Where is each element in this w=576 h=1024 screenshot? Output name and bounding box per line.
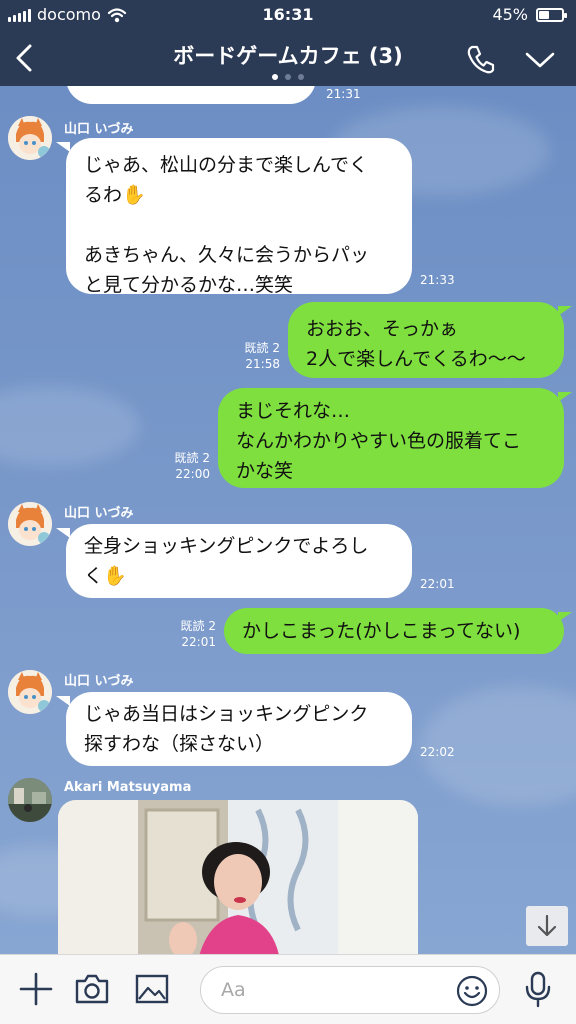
scroll-to-bottom-button[interactable] [526, 906, 568, 946]
avatar-illustration [8, 116, 52, 160]
bubble-tail [558, 612, 572, 622]
image-icon[interactable] [132, 969, 172, 1009]
message-bubble-own[interactable]: おおお、そっかぁ 2人で楽しんでくるわ〜〜 [288, 302, 564, 378]
phone-icon[interactable] [462, 40, 500, 78]
message-time: 22:01 [420, 577, 455, 591]
bubble-tail [56, 142, 70, 152]
page-dot [285, 74, 291, 80]
sender-name: 山口 いづみ [64, 122, 134, 137]
bubble-tail [558, 306, 572, 316]
status-bar: docomo 16:31 45% [0, 0, 576, 30]
bubble-tail [56, 696, 70, 706]
bubble-tail [56, 528, 70, 538]
read-receipt: 既読 2 [244, 341, 280, 355]
photo-message[interactable] [58, 800, 418, 954]
sender-name: 山口 いづみ [64, 506, 134, 521]
avatar-illustration [8, 502, 52, 546]
message-input-bar: Aa [0, 954, 576, 1024]
avatar[interactable] [8, 778, 52, 822]
background-cloud [0, 386, 140, 466]
avatar-illustration [8, 670, 52, 714]
avatar[interactable] [8, 116, 52, 160]
message-time: 21:33 [420, 273, 455, 287]
sender-name: Akari Matsuyama [64, 780, 192, 795]
plus-icon[interactable] [16, 969, 56, 1009]
page-dot-active [272, 74, 278, 80]
message-bubble-own[interactable]: まじそれな… なんかわかりやすい色の服着てこ かな笑 [218, 388, 564, 488]
battery-percent: 45% [492, 5, 528, 24]
status-right: 45% [492, 5, 567, 24]
message-bubble[interactable]: じゃあ、松山の分まで楽しんでく るわ✋ あきちゃん、久々に会うからパッ と見て分… [66, 138, 412, 296]
chevron-down-icon[interactable] [520, 42, 560, 76]
read-receipt: 既読 2 [180, 619, 216, 633]
avatar[interactable] [8, 502, 52, 546]
page-dot [298, 74, 304, 80]
sender-name: 山口 いづみ [64, 674, 134, 689]
message-bubble-partial[interactable] [66, 86, 316, 104]
avatar[interactable] [8, 670, 52, 714]
message-bubble[interactable]: じゃあ当日はショッキングピンク 探すわな（探さない） [66, 692, 412, 766]
message-time: 22:02 [420, 745, 455, 759]
input-placeholder: Aa [221, 979, 246, 1001]
message-bubble-own[interactable]: かしこまった(かしこまってない) [224, 608, 564, 654]
camera-icon[interactable] [72, 969, 112, 1009]
microphone-icon[interactable] [518, 969, 558, 1009]
message-time: 22:00 [175, 467, 210, 481]
arrow-down-icon [537, 914, 557, 937]
avatar-photo [8, 778, 52, 822]
read-receipt: 既読 2 [174, 451, 210, 465]
page-indicator [0, 74, 576, 80]
battery-fill [539, 10, 549, 19]
battery-icon [536, 7, 567, 22]
chat-header: ボードゲームカフェ (3) [0, 30, 576, 86]
message-bubble[interactable]: 全身ショッキングピンクでよろし く✋ [66, 524, 412, 598]
chat-area[interactable]: 21:31 山口 いづみ じゃあ、松山の分まで楽しんでく るわ✋ あきちゃん、久… [0, 86, 576, 954]
smiley-icon[interactable] [455, 974, 489, 1008]
status-time: 16:31 [262, 5, 314, 24]
bubble-tail [558, 392, 572, 402]
message-input[interactable]: Aa [200, 966, 500, 1014]
message-time: 21:58 [245, 357, 280, 371]
photo-image [58, 800, 418, 954]
message-time: 21:31 [326, 87, 361, 101]
message-time: 22:01 [181, 635, 216, 649]
